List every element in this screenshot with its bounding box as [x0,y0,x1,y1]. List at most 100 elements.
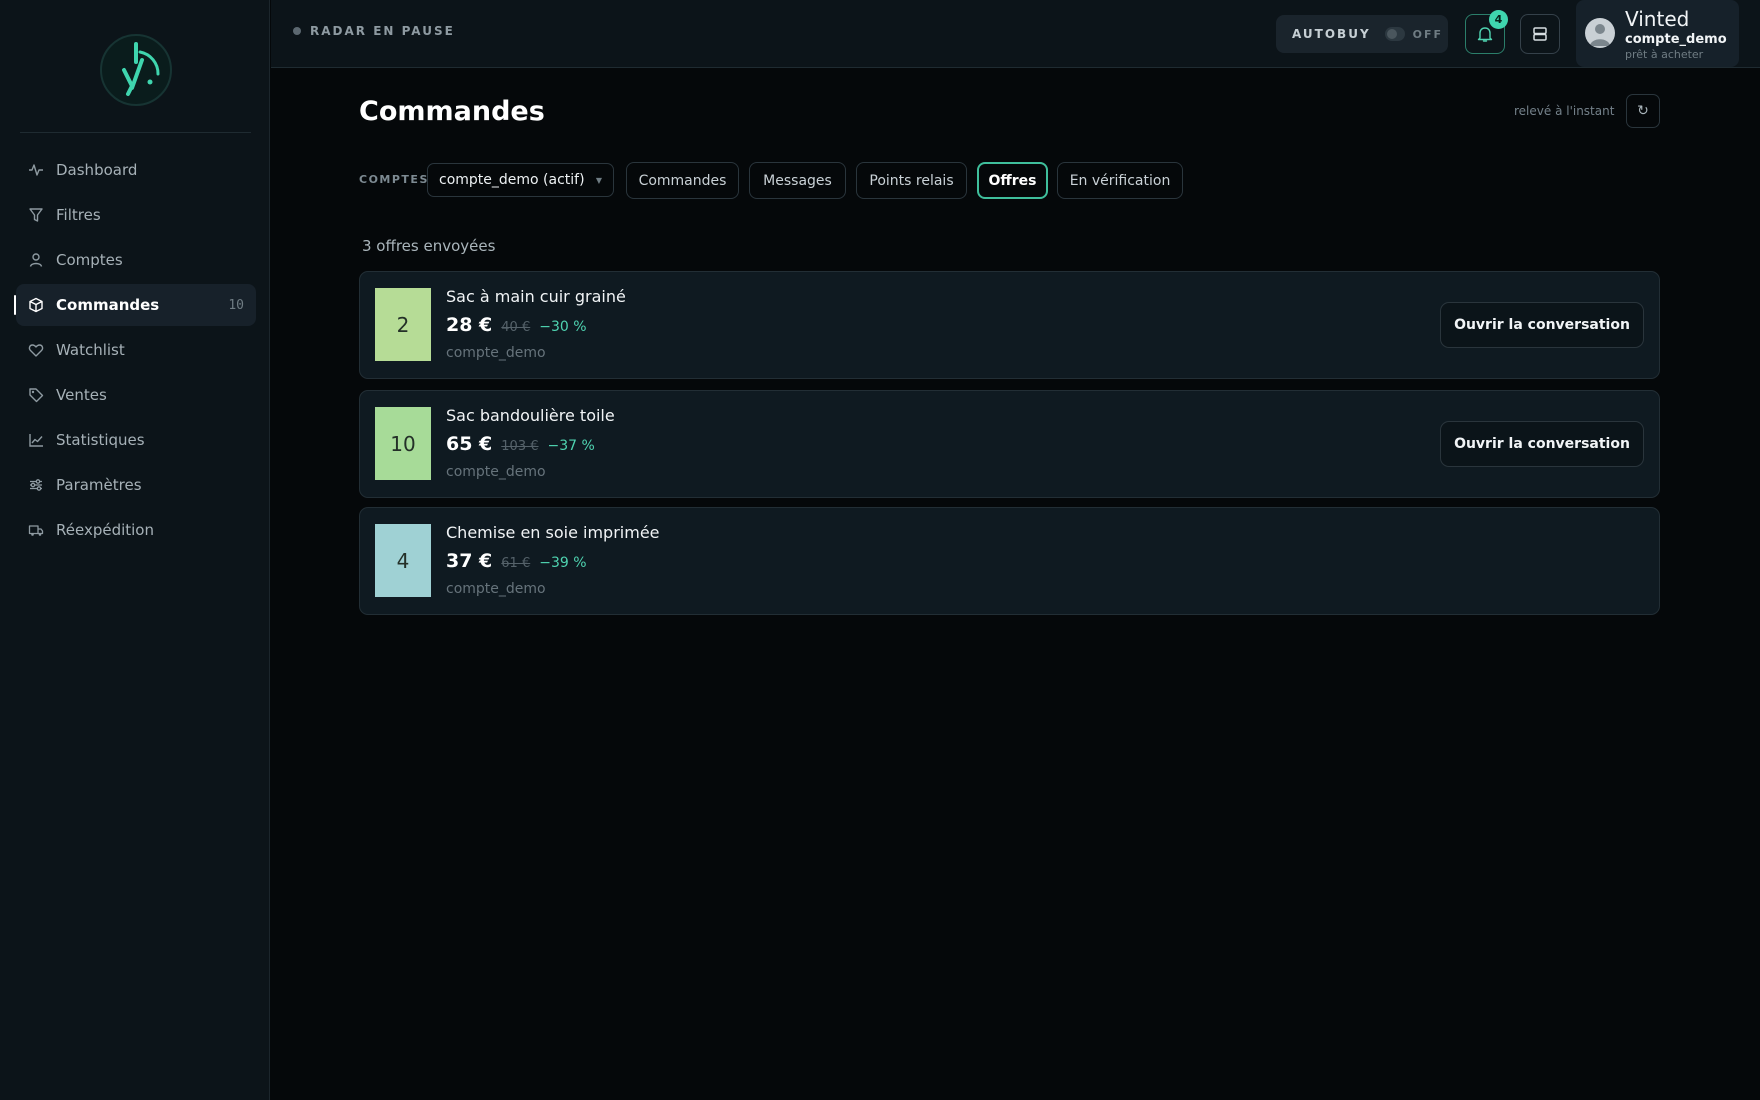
chevron-down-icon: ▼ [595,175,602,185]
refresh-icon: ↻ [1637,103,1649,119]
sidebar-item-dashboard[interactable]: Dashboard [16,149,256,191]
offer-prices: 65 € 103 € −37 % [446,433,595,455]
sidebar-item-parametres[interactable]: Paramètres [16,464,256,506]
tab-label: Offres [988,172,1037,189]
truck-icon [28,522,44,538]
sliders-icon [28,477,44,493]
bell-icon [1477,27,1493,42]
offer-account: compte_demo [446,581,546,597]
filter-icon [28,207,44,223]
offer-original-price: 40 € [501,320,531,335]
offer-price: 65 € [446,433,493,455]
page-title: Commandes [359,96,545,127]
open-conversation-label: Ouvrir la conversation [1454,317,1630,333]
open-conversation-label: Ouvrir la conversation [1454,436,1630,452]
offer-thumbnail[interactable]: 4 [375,524,431,597]
sidebar-item-label: Comptes [56,251,123,269]
accounts-label: COMPTES [359,173,429,186]
open-conversation-button[interactable]: Ouvrir la conversation [1440,302,1644,348]
app-logo[interactable] [100,34,172,106]
server-button[interactable] [1520,14,1560,54]
activity-icon [28,162,44,178]
offer-thumbnail[interactable]: 10 [375,407,431,480]
offer-thumbnail-label: 2 [396,312,410,337]
sidebar-item-label: Dashboard [56,161,138,179]
account-platform: Vinted [1625,7,1690,31]
offer-card: 10 Sac bandoulière toile 65 € 103 € −37 … [359,390,1660,498]
open-conversation-button[interactable]: Ouvrir la conversation [1440,421,1644,467]
offer-discount: −37 % [547,438,595,454]
sidebar-item-label: Watchlist [56,341,125,359]
offer-card: 4 Chemise en soie imprimée 37 € 61 € −39… [359,507,1660,615]
sidebar-item-reexpedition[interactable]: Réexpédition [16,509,256,551]
offer-price: 28 € [446,314,493,336]
sidebar: Dashboard Filtres Comptes Commandes 10 W… [0,0,270,1100]
offer-card: 2 Sac à main cuir grainé 28 € 40 € −30 %… [359,271,1660,379]
tab-label: Messages [763,172,832,189]
sidebar-nav: Dashboard Filtres Comptes Commandes 10 W… [14,149,256,554]
offer-prices: 37 € 61 € −39 % [446,550,587,572]
sidebar-item-commandes[interactable]: Commandes 10 [14,284,256,326]
notifications-button[interactable]: 4 [1465,10,1508,54]
sidebar-divider [20,132,251,133]
logo-mark-icon [122,42,160,96]
autobuy-label: AUTOBUY [1292,27,1371,41]
box-icon [28,297,44,313]
tab-points-relais[interactable]: Points relais [856,162,967,199]
radar-status: RADAR EN PAUSE [293,24,455,38]
sidebar-item-comptes[interactable]: Comptes [16,239,256,281]
sidebar-item-ventes[interactable]: Ventes [16,374,256,416]
server-icon [1533,27,1547,41]
avatar [1585,18,1615,48]
account-select-value: compte_demo (actif) [439,172,585,188]
offer-title: Sac à main cuir grainé [446,287,626,306]
sidebar-item-label: Ventes [56,386,107,404]
sidebar-item-statistiques[interactable]: Statistiques [16,419,256,461]
tab-label: En vérification [1069,172,1171,189]
tag-icon [28,387,44,403]
offer-title: Chemise en soie imprimée [446,523,660,542]
sidebar-item-label: Commandes [56,296,160,314]
account-switcher[interactable]: Vinted compte_demo prêt à acheter [1576,0,1739,67]
toggle-switch-icon[interactable] [1384,27,1405,41]
offer-original-price: 61 € [501,556,531,571]
offer-account: compte_demo [446,345,546,361]
offer-thumbnail-label: 4 [396,548,410,573]
sidebar-item-filtres[interactable]: Filtres [16,194,256,236]
offers-count: 3 offres envoyées [362,237,496,255]
offer-thumbnail-label: 10 [390,431,416,456]
autobuy-toggle[interactable]: AUTOBUY OFF [1276,15,1448,53]
tab-commandes[interactable]: Commandes [626,162,739,199]
account-username: compte_demo [1625,32,1727,47]
tab-label: Commandes [638,172,727,189]
tab-messages[interactable]: Messages [749,162,846,199]
tab-offres[interactable]: Offres [977,162,1048,199]
refresh-button[interactable]: ↻ [1626,94,1660,128]
topbar: RADAR EN PAUSE AUTOBUY OFF 4 Vinted comp… [271,0,1760,68]
status-dot-icon [293,27,301,35]
radar-status-label: RADAR EN PAUSE [310,24,455,38]
avatar-user-icon [1590,24,1610,46]
offer-price: 37 € [446,550,493,572]
sidebar-item-watchlist[interactable]: Watchlist [16,329,256,371]
commandes-count-badge: 10 [228,297,244,313]
last-refresh-label: relevé à l'instant [1514,104,1615,118]
offer-title: Sac bandoulière toile [446,406,615,425]
chart-icon [28,432,44,448]
offer-discount: −39 % [539,555,587,571]
account-select[interactable]: compte_demo (actif) ▼ [427,163,614,197]
offer-prices: 28 € 40 € −30 % [446,314,587,336]
sidebar-item-label: Statistiques [56,431,145,449]
tab-en-verification[interactable]: En vérification [1057,162,1183,199]
heart-icon [28,342,44,358]
offer-discount: −30 % [539,319,587,335]
notification-count-badge: 4 [1489,10,1508,29]
offer-original-price: 103 € [501,439,539,454]
offer-thumbnail[interactable]: 2 [375,288,431,361]
sidebar-item-label: Filtres [56,206,101,224]
account-status: prêt à acheter [1625,48,1704,61]
sidebar-item-label: Réexpédition [56,521,154,539]
offer-account: compte_demo [446,464,546,480]
tab-label: Points relais [869,172,954,189]
sidebar-item-label: Paramètres [56,476,142,494]
